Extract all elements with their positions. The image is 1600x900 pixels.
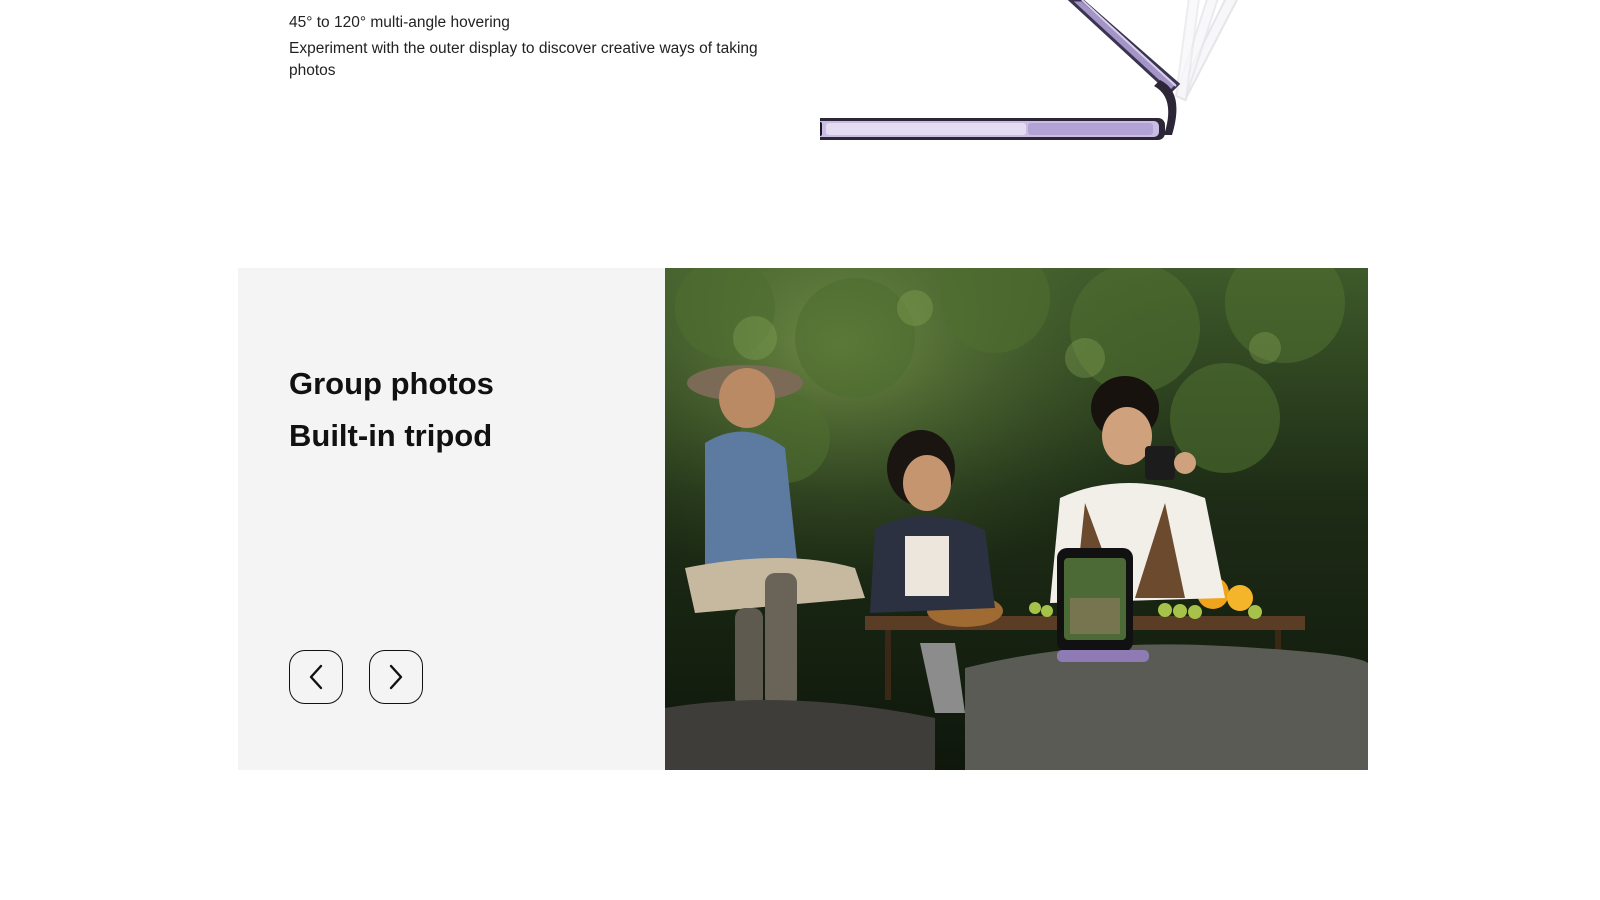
hover-feature-title: 45° to 120° multi-angle hovering (289, 14, 510, 31)
flip-phone-image (810, 0, 1239, 140)
carousel-controls (289, 650, 423, 704)
headline-built-in-tripod: Built-in tripod (289, 418, 493, 453)
flip-phone-illustration (810, 0, 1280, 150)
next-slide-button[interactable] (369, 650, 423, 704)
tripod-feature-heading: Group photos Built-in tripod (289, 358, 494, 462)
previous-slide-button[interactable] (289, 650, 343, 704)
tripod-feature-card: Group photos Built-in tripod (238, 268, 1368, 770)
chevron-left-icon (309, 664, 323, 690)
chevron-right-icon (389, 664, 403, 690)
page: 45° to 120° multi-angle hovering Experim… (0, 0, 1600, 900)
headline-group-photos: Group photos (289, 366, 494, 401)
hover-feature-text: 45° to 120° multi-angle hovering Experim… (289, 12, 759, 82)
picnic-scene-image (665, 268, 1368, 770)
hover-feature-description: Experiment with the outer display to dis… (289, 40, 758, 79)
group-picnic-photo (665, 268, 1368, 770)
